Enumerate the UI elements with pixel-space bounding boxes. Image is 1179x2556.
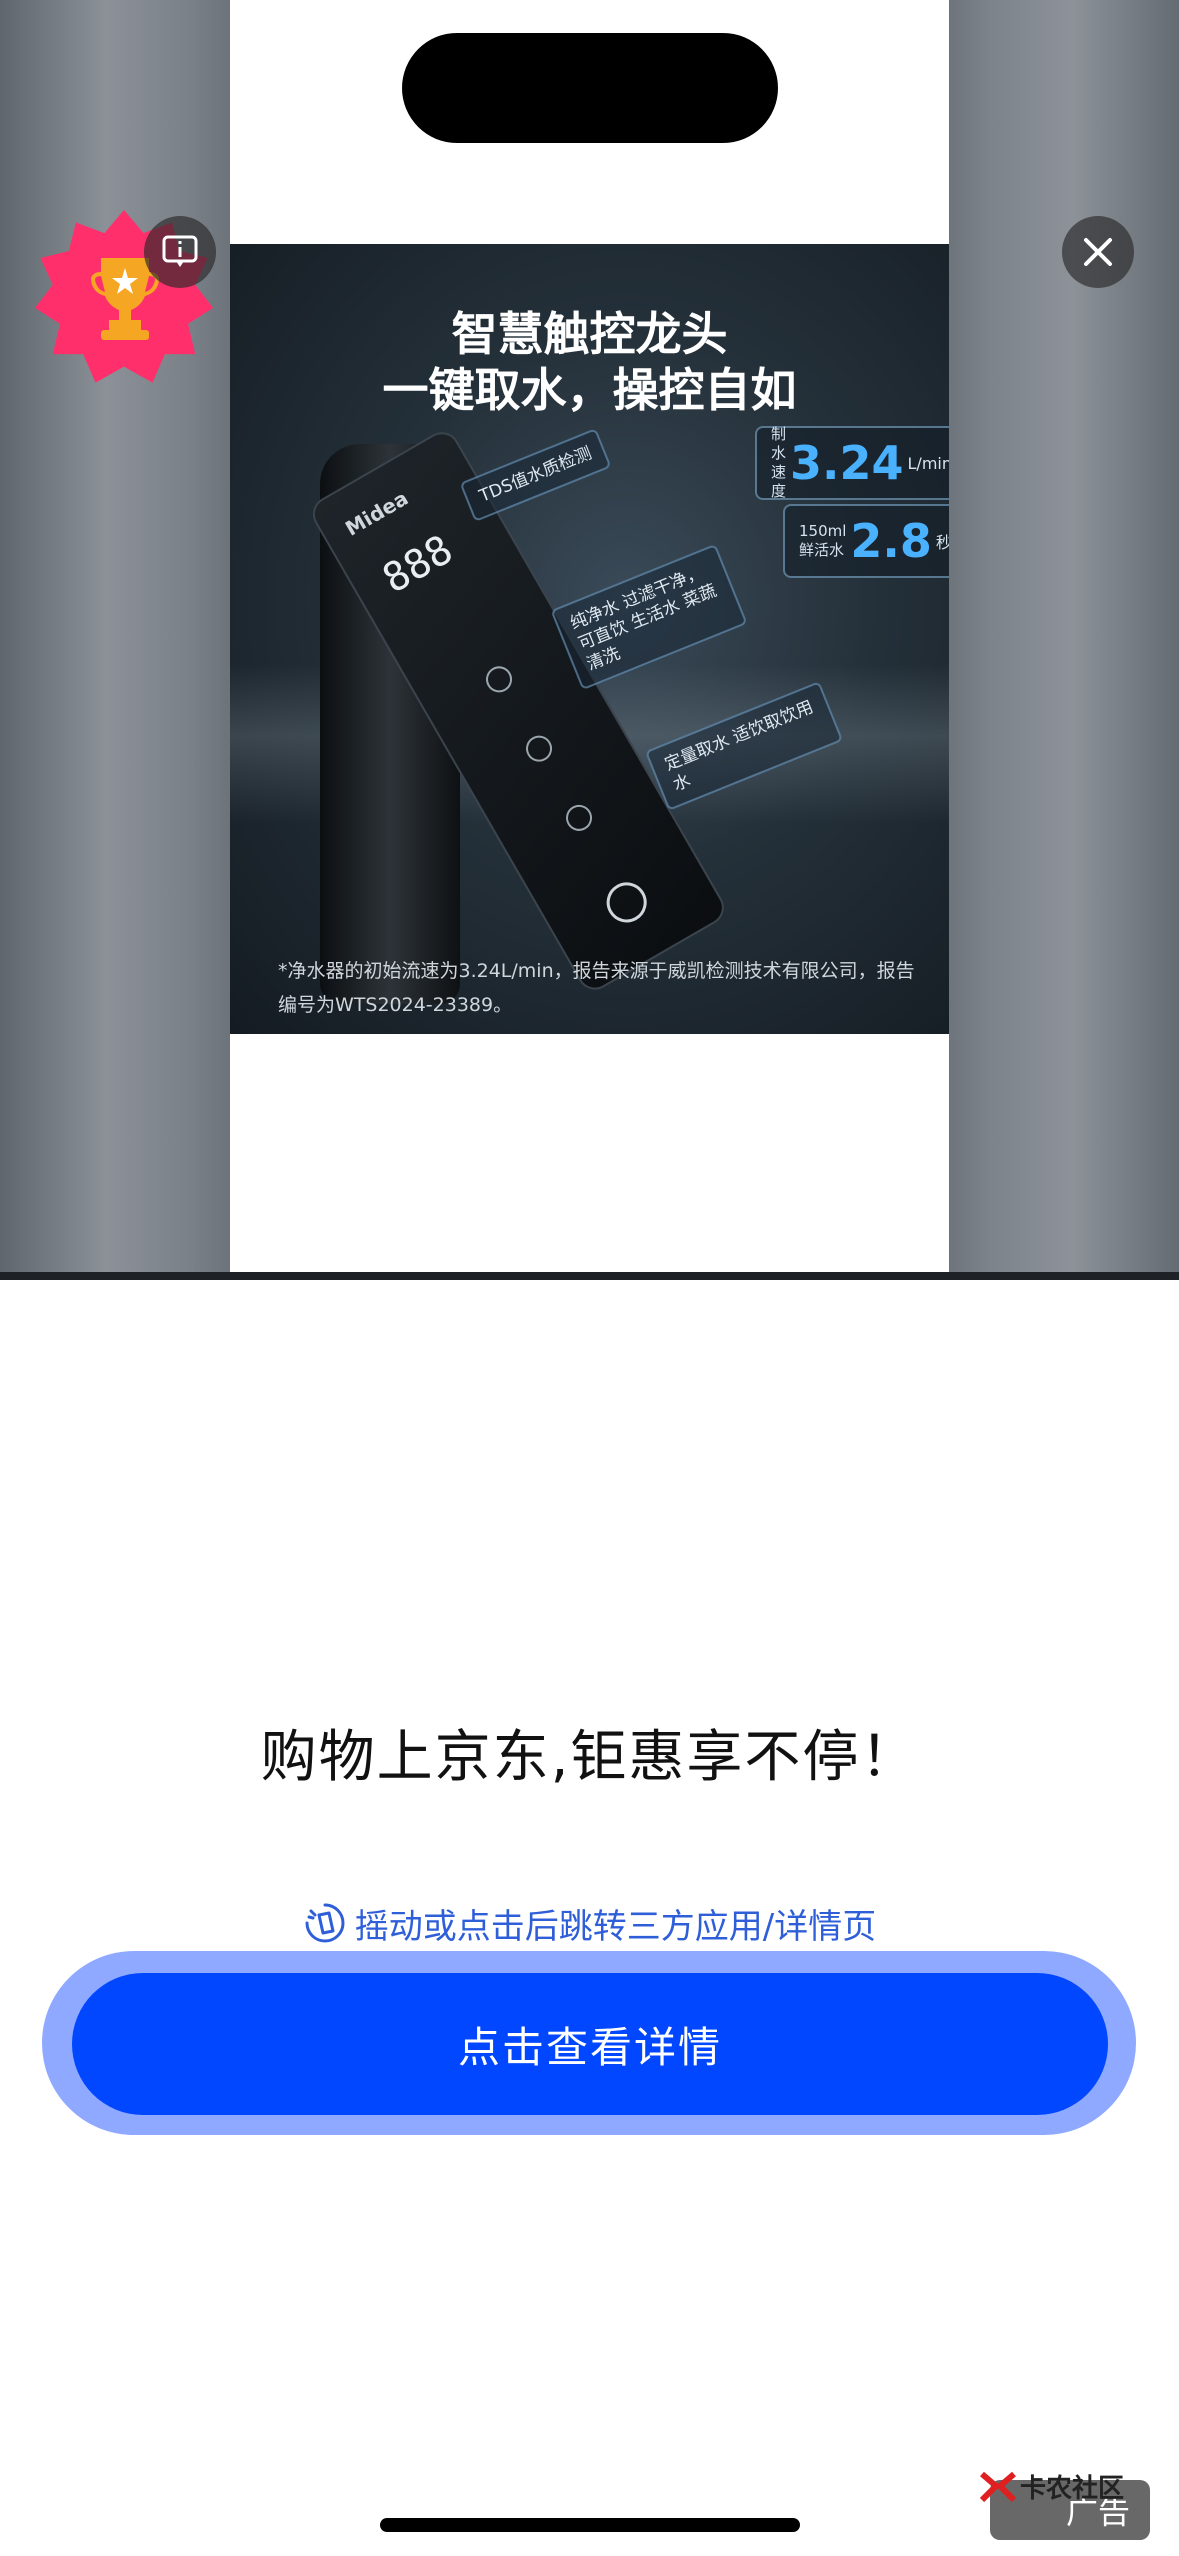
spec-speed: 制水速度 3.24 L/min xyxy=(755,425,949,500)
spec-time-unit: 秒 xyxy=(935,533,949,552)
close-icon xyxy=(1084,238,1112,266)
spec-time: 150ml 鲜活水 2.8 秒 xyxy=(783,504,949,578)
view-details-button[interactable]: 点击查看详情 xyxy=(72,1973,1108,2115)
faucet-brand: Midea xyxy=(341,485,413,541)
spec-speed-value: 3.24 xyxy=(790,436,904,490)
power-ring-icon xyxy=(599,875,654,930)
life-water-icon xyxy=(521,730,557,767)
shake-icon xyxy=(305,1903,345,1943)
watermark: 卡农社区 xyxy=(978,2462,1168,2510)
home-indicator[interactable] xyxy=(380,2518,800,2532)
pure-water-icon xyxy=(481,661,517,698)
watermark-text: 卡农社区 xyxy=(1020,2473,1125,2504)
ad-footnote: *净水器的初始流速为3.24L/min，报告来源于威凯检测技术有限公司，报告编号… xyxy=(278,960,915,1016)
spec-speed-unit: L/min xyxy=(907,453,949,473)
quantity-water-icon xyxy=(561,800,597,836)
callout-tds: TDS值水质检测 xyxy=(459,427,612,523)
ad-media-area[interactable]: 智慧触控龙头 一键取水，操控自如 制水速度 3.24 L/min 150ml 鲜… xyxy=(0,0,1179,1280)
close-button[interactable] xyxy=(1062,216,1134,288)
product-image[interactable]: 智慧触控龙头 一键取水，操控自如 制水速度 3.24 L/min 150ml 鲜… xyxy=(230,244,949,1034)
faucet-display: 888 xyxy=(375,526,461,603)
view-details-label: 点击查看详情 xyxy=(457,2022,722,2072)
feedback-button[interactable] xyxy=(144,216,216,288)
watermark-logo-icon xyxy=(979,2471,1017,2503)
shake-hint: 摇动或点击后跳转三方应用/详情页 xyxy=(0,1895,1179,1951)
spec-speed-label: 制水速度 xyxy=(771,425,787,500)
headline-line-1: 智慧触控龙头 xyxy=(451,307,728,361)
headline-line-2: 一键取水，操控自如 xyxy=(382,363,797,417)
dynamic-island xyxy=(402,33,778,143)
spec-time-value: 2.8 xyxy=(850,514,932,568)
spec-time-label: 150ml 鲜活水 xyxy=(799,522,847,559)
shake-hint-text: 摇动或点击后跳转三方应用/详情页 xyxy=(354,1906,877,1947)
ad-headline: 智慧触控龙头 一键取水，操控自如 xyxy=(230,306,949,418)
info-icon xyxy=(162,235,198,267)
ad-slogan: 购物上京东,钜惠享不停！ xyxy=(260,1725,919,1790)
